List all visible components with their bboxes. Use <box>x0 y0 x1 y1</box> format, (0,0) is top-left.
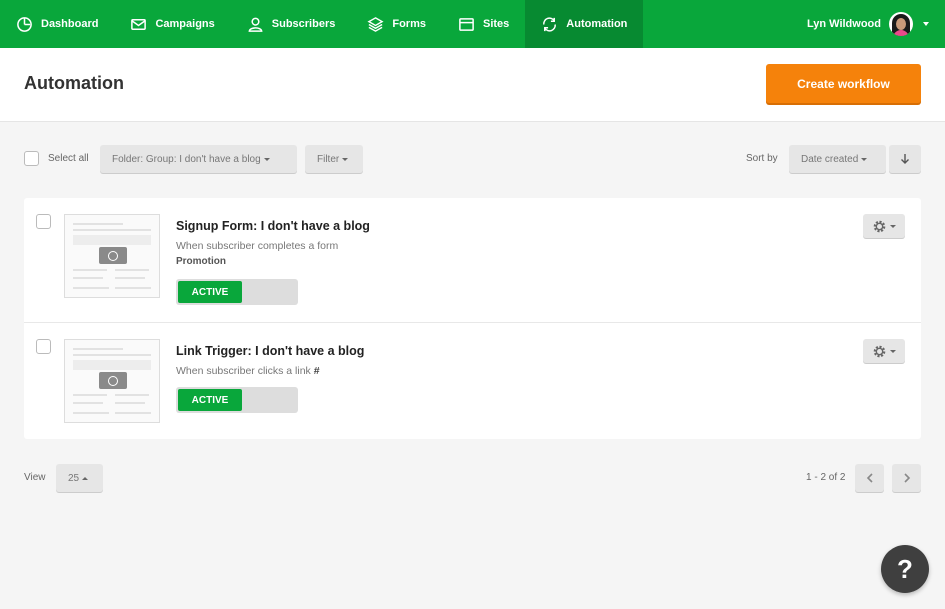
nav-label: Subscribers <box>271 18 336 30</box>
row-settings-button[interactable] <box>863 214 905 238</box>
page-title: Automation <box>24 73 124 93</box>
select-all-label: Select all <box>48 153 89 164</box>
sync-icon <box>543 16 557 32</box>
caret-down-icon <box>263 157 270 161</box>
user-icon <box>248 17 263 32</box>
status-toggle[interactable]: ACTIVE <box>176 279 298 305</box>
caret-down-icon <box>890 349 896 353</box>
row-checkbox[interactable] <box>36 339 51 354</box>
nav-label: Sites <box>482 18 510 30</box>
chevron-right-icon <box>903 473 910 483</box>
gear-icon <box>873 220 886 232</box>
top-nav: Dashboard Campaigns Subscribers Forms Si… <box>0 0 945 48</box>
next-page-button[interactable] <box>892 464 921 492</box>
filter-dropdown[interactable]: Filter <box>305 145 363 173</box>
list-item[interactable]: Signup Form: I don't have a blog When su… <box>24 198 921 322</box>
nav-label: Dashboard <box>41 18 99 30</box>
workflow-description: When subscriber completes a form <box>176 240 339 252</box>
workflow-list: Signup Form: I don't have a blog When su… <box>24 198 921 439</box>
workflow-description-text: When subscriber clicks a link <box>176 365 311 377</box>
caret-down-icon <box>861 157 868 161</box>
per-page-value: 25 <box>68 472 80 484</box>
nav-item-forms[interactable]: Forms <box>351 0 442 48</box>
browser-icon <box>459 17 474 31</box>
per-page-dropdown[interactable]: 25 <box>56 464 103 492</box>
view-label: View <box>24 472 46 483</box>
dashboard-icon <box>17 16 32 32</box>
caret-up-icon <box>82 476 89 480</box>
gear-icon <box>873 345 886 357</box>
workflow-description: When subscriber clicks a link # <box>176 365 320 377</box>
camera-icon <box>99 247 127 264</box>
nav-label: Forms <box>392 18 426 30</box>
select-all-checkbox[interactable] <box>24 151 39 166</box>
avatar <box>889 12 913 36</box>
sort-direction-button[interactable] <box>889 145 921 173</box>
arrow-down-icon <box>901 154 909 164</box>
status-toggle[interactable]: ACTIVE <box>176 387 298 413</box>
caret-down-icon <box>890 224 896 228</box>
link-hash: # <box>313 365 320 377</box>
caret-down-icon <box>342 157 349 161</box>
user-menu[interactable]: Lyn Wildwood <box>807 0 945 48</box>
sort-by-label: Sort by <box>746 153 778 164</box>
create-workflow-button[interactable]: Create workflow <box>766 64 921 103</box>
filter-label: Filter <box>317 153 340 165</box>
list-item[interactable]: Link Trigger: I don't have a blog When s… <box>24 323 921 439</box>
envelope-icon <box>131 18 147 30</box>
prev-page-button[interactable] <box>855 464 884 492</box>
nav-label: Campaigns <box>155 18 215 30</box>
workflow-tag: Promotion <box>176 256 226 267</box>
status-badge: ACTIVE <box>178 389 242 411</box>
nav-label: Automation <box>566 18 628 30</box>
row-checkbox[interactable] <box>36 214 51 229</box>
workflow-thumbnail <box>64 214 160 298</box>
workflow-thumbnail <box>64 339 160 423</box>
help-button[interactable]: ? <box>881 545 929 593</box>
nav-item-subscribers[interactable]: Subscribers <box>231 0 352 48</box>
camera-icon <box>99 372 127 389</box>
folder-dropdown[interactable]: Folder: Group: I don't have a blog <box>100 145 297 173</box>
pagination-summary: 1 - 2 of 2 <box>806 472 846 483</box>
layers-icon <box>367 16 384 32</box>
user-name: Lyn Wildwood <box>806 18 881 30</box>
sort-dropdown[interactable]: Date created <box>789 145 886 173</box>
folder-dropdown-label: Folder: Group: I don't have a blog <box>112 153 261 165</box>
nav-item-sites[interactable]: Sites <box>442 0 525 48</box>
sort-value: Date created <box>801 153 859 165</box>
chevron-left-icon <box>866 473 873 483</box>
workflow-title[interactable]: Signup Form: I don't have a blog <box>176 219 370 233</box>
nav-item-automation[interactable]: Automation <box>525 0 644 48</box>
row-settings-button[interactable] <box>863 339 905 363</box>
nav-item-campaigns[interactable]: Campaigns <box>114 0 230 48</box>
workflow-title[interactable]: Link Trigger: I don't have a blog <box>176 344 364 358</box>
page-header: Automation Create workflow <box>0 48 945 122</box>
chevron-down-icon <box>923 22 929 26</box>
nav-item-dashboard[interactable]: Dashboard <box>0 0 114 48</box>
status-badge: ACTIVE <box>178 281 242 303</box>
